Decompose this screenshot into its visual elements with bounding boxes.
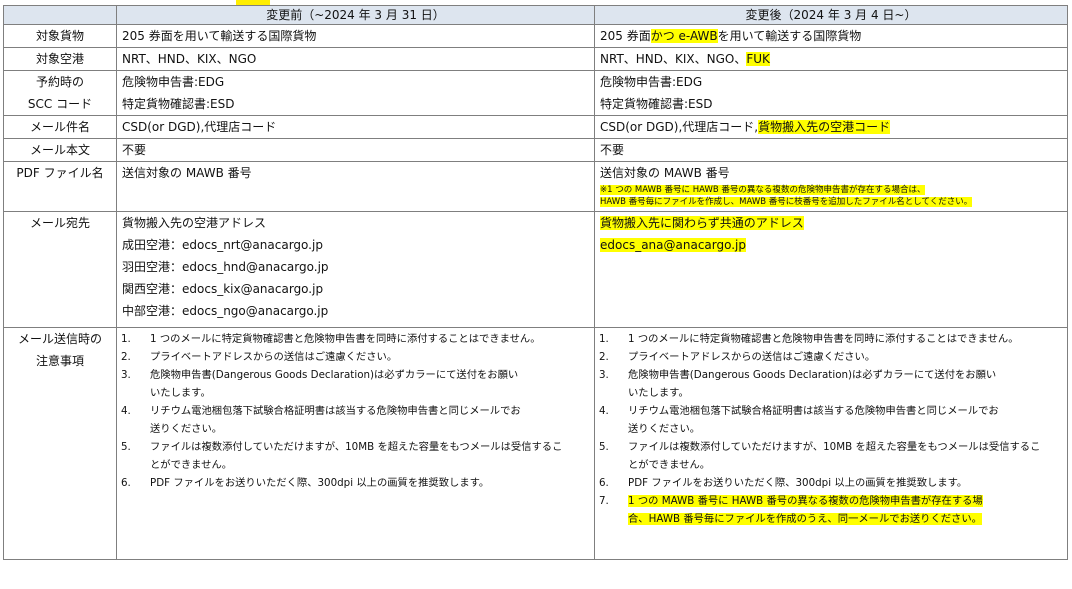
table-row-address: メール宛先 貨物搬入先の空港アドレス 成田空港：edocs_nrt@anacar… (3, 211, 1068, 328)
email-haneda: 羽田空港：edocs_hnd@anacargo.jp (122, 260, 329, 274)
table-row-body: メール本文 不要 不要 (3, 138, 1068, 162)
pdf-before: 送信対象の MAWB 番号 (116, 161, 595, 212)
pdf-after: 送信対象の MAWB 番号 ※1 つの MAWB 番号に HAWB 番号の異なる… (594, 161, 1068, 212)
list-item: 3. 危険物申告書(Dangerous Goods Declaration)は必ず… (599, 369, 997, 399)
airport-before: NRT、HND、KIX、NGO (116, 47, 595, 71)
header-after: 変更後（2024 年 3 月 4 日~） (594, 5, 1068, 25)
header-row: 変更前（~2024 年 3 月 31 日） 変更後（2024 年 3 月 4 日… (3, 5, 1068, 25)
notes-before: 1. 1 つのメールに特定貨物確認書と危険物申告書を同時に添付することはできません… (116, 327, 595, 560)
highlight-text: 貨物搬入先の空港コード (758, 120, 891, 134)
row-label-address: メール宛先 (3, 211, 117, 328)
email-chubu: 中部空港：edocs_ngo@anacargo.jp (122, 304, 329, 318)
row-label-body: メール本文 (3, 138, 117, 162)
list-item: 2. プライベートアドレスからの送信はご遠慮ください。 (121, 351, 398, 363)
list-item: 1. 1 つのメールに特定貨物確認書と危険物申告書を同時に添付することはできません… (599, 333, 1019, 345)
list-item: 7. 1 つの MAWB 番号に HAWB 番号の異なる複数の危険物申告書が存在… (599, 495, 983, 525)
airport-after: NRT、HND、KIX、NGO、FUK (594, 47, 1068, 71)
row-label-notes: メール送信時の 注意事項 (3, 327, 117, 560)
list-item: 3. 危険物申告書(Dangerous Goods Declaration)は必ず… (121, 369, 519, 399)
row-label-cargo: 対象貨物 (3, 24, 117, 48)
list-item: 1. 1 つのメールに特定貨物確認書と危険物申告書を同時に添付することはできません… (121, 333, 541, 345)
highlight-text: FUK (746, 52, 770, 66)
pdf-note-line2: HAWB 番号毎にファイルを作成し、MAWB 番号に枝番号を追加したファイル名と… (600, 197, 973, 207)
list-item: 6. PDF ファイルをお送りいただく際、300dpi 以上の画質を推奨致します。 (121, 477, 490, 489)
table-row-pdf: PDF ファイル名 送信対象の MAWB 番号 送信対象の MAWB 番号 ※1… (3, 161, 1068, 212)
subject-before: CSD(or DGD),代理店コード (116, 115, 595, 139)
table-row-cargo: 対象貨物 205 券面を用いて輸送する国際貨物 205 券面かつ e-AWBを用… (3, 24, 1068, 48)
email-kansai: 関西空港：edocs_kix@anacargo.jp (122, 282, 324, 296)
list-item: 4. リチウム電池梱包落下試験合格証明書は該当する危険物申告書と同じメールでお 送り… (121, 405, 521, 435)
row-label-subject: メール件名 (3, 115, 117, 139)
list-item: 4. リチウム電池梱包落下試験合格証明書は該当する危険物申告書と同じメールでお 送り… (599, 405, 999, 435)
address-before: 貨物搬入先の空港アドレス 成田空港：edocs_nrt@anacargo.jp … (116, 211, 595, 328)
subject-after: CSD(or DGD),代理店コード,貨物搬入先の空港コード (594, 115, 1068, 139)
row-label-airport: 対象空港 (3, 47, 117, 71)
comparison-table: 変更前（~2024 年 3 月 31 日） 変更後（2024 年 3 月 4 日… (3, 5, 1068, 560)
table-row-airport: 対象空港 NRT、HND、KIX、NGO NRT、HND、KIX、NGO、FUK (3, 47, 1068, 71)
row-label-scc: 予約時の SCC コード (3, 70, 117, 116)
header-before: 変更前（~2024 年 3 月 31 日） (116, 5, 595, 25)
list-item: 5. ファイルは複数添付していただけますが、10MB を超えた容量をもつメールは受… (121, 441, 563, 471)
header-blank (3, 5, 117, 25)
table-row-notes: メール送信時の 注意事項 1. 1 つのメールに特定貨物確認書と危険物申告書を同時に… (3, 327, 1068, 560)
notes-after: 1. 1 つのメールに特定貨物確認書と危険物申告書を同時に添付することはできません… (594, 327, 1068, 560)
list-item: 6. PDF ファイルをお送りいただく際、300dpi 以上の画質を推奨致します。 (599, 477, 968, 489)
email-narita: 成田空港：edocs_nrt@anacargo.jp (122, 238, 323, 252)
email-common: edocs_ana@anacargo.jp (600, 238, 747, 252)
highlight-text: かつ e-AWB (650, 29, 718, 43)
table-row-scc: 予約時の SCC コード 危険物申告書:EDG 特定貨物確認書:ESD 危険物申告書… (3, 70, 1068, 116)
table-row-subject: メール件名 CSD(or DGD),代理店コード CSD(or DGD),代理店… (3, 115, 1068, 139)
cargo-before: 205 券面を用いて輸送する国際貨物 (116, 24, 595, 48)
body-after: 不要 (594, 138, 1068, 162)
pdf-note-line1: ※1 つの MAWB 番号に HAWB 番号の異なる複数の危険物申告書が存在する… (600, 185, 926, 195)
list-item: 2. プライベートアドレスからの送信はご遠慮ください。 (599, 351, 876, 363)
cargo-after: 205 券面かつ e-AWBを用いて輸送する国際貨物 (594, 24, 1068, 48)
row-label-pdf: PDF ファイル名 (3, 161, 117, 212)
scc-before: 危険物申告書:EDG 特定貨物確認書:ESD (116, 70, 595, 116)
body-before: 不要 (116, 138, 595, 162)
scc-after: 危険物申告書:EDG 特定貨物確認書:ESD (594, 70, 1068, 116)
highlight-text: 貨物搬入先に関わらず共通のアドレス (600, 216, 804, 230)
address-after: 貨物搬入先に関わらず共通のアドレス edocs_ana@anacargo.jp (594, 211, 1068, 328)
list-item: 5. ファイルは複数添付していただけますが、10MB を超えた容量をもつメールは受… (599, 441, 1041, 471)
